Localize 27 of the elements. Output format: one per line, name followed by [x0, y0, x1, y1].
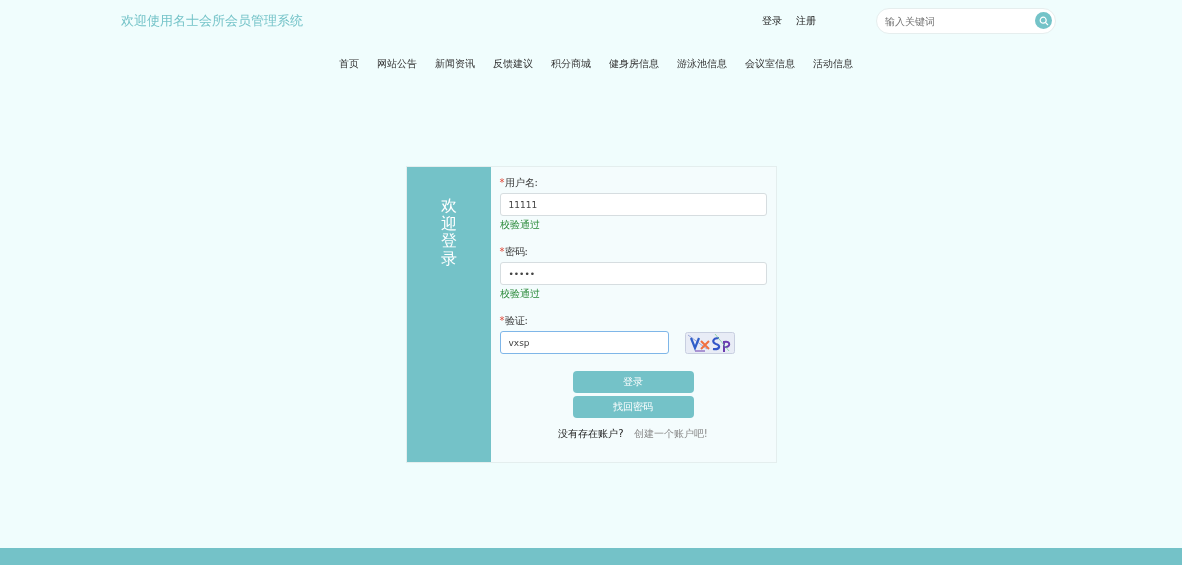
field-label: 验证:: [504, 315, 528, 326]
register-link[interactable]: 创建一个账户吧!: [633, 427, 708, 441]
validation-message: 校验通过: [499, 218, 541, 232]
side-title: 欢迎登录: [440, 197, 457, 268]
required-mark: *: [499, 246, 505, 257]
header-link[interactable]: 注册: [796, 14, 816, 28]
field-label: 用户名:: [504, 177, 538, 188]
nav-link[interactable]: 积分商城: [542, 57, 600, 71]
nav-link[interactable]: 首页: [330, 57, 368, 71]
search-field[interactable]: 输入关键词: [876, 8, 1056, 34]
nav-link[interactable]: 新闻资讯: [426, 57, 484, 71]
nav-link[interactable]: 反馈建议: [484, 57, 542, 71]
required-mark: *: [499, 177, 505, 188]
required-mark: *: [499, 315, 505, 326]
nav-link[interactable]: 活动信息: [804, 57, 862, 71]
header-link[interactable]: 登录: [762, 14, 782, 28]
validation-message: 校验通过: [499, 287, 541, 301]
site-title: 欢迎使用名士会所会员管理系统: [121, 12, 303, 30]
nav-link[interactable]: 会议室信息: [736, 57, 804, 71]
nav-link[interactable]: 游泳池信息: [668, 57, 736, 71]
input-field[interactable]: 11111: [499, 193, 767, 216]
field-label: 密码:: [504, 246, 528, 257]
account-prompt: 没有存在账户?: [558, 427, 624, 441]
nav-link[interactable]: 健身房信息: [600, 57, 668, 71]
nav-link[interactable]: 网站公告: [368, 57, 426, 71]
password-field[interactable]: •••••: [499, 262, 767, 285]
input-field[interactable]: vxsp: [499, 331, 669, 354]
